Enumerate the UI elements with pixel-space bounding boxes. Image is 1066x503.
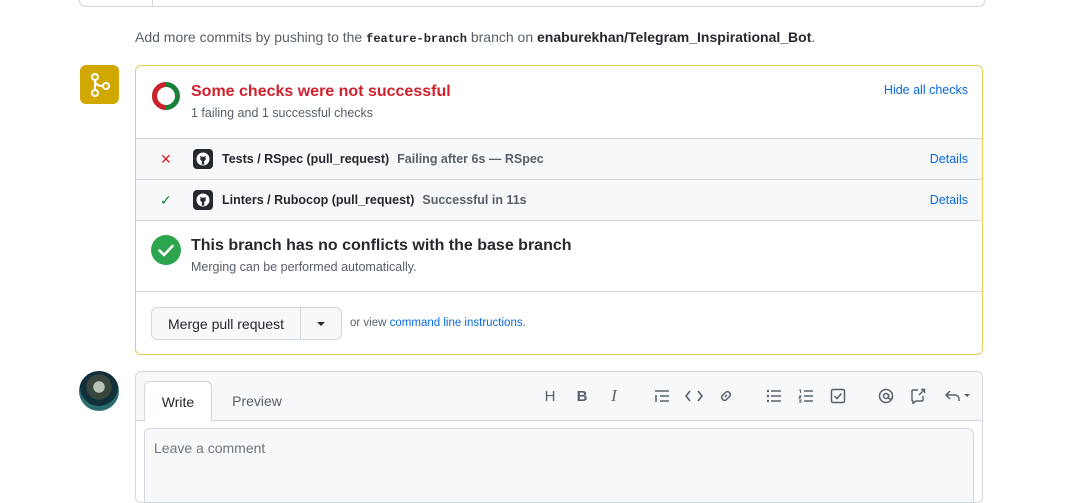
checks-status-title: Some checks were not successful [191,83,451,100]
mention-icon[interactable] [874,384,898,408]
x-icon: ✕ [160,151,172,167]
previous-panel-edge [79,0,985,7]
hint-middle: branch on [470,29,534,45]
checks-status-ring-icon [152,82,180,110]
code-icon[interactable] [682,384,706,408]
check-details-link[interactable]: Details [930,152,968,166]
reply-icon[interactable] [942,384,974,408]
merge-button-group: Merge pull request [151,307,342,340]
bold-icon[interactable]: B [570,384,594,408]
repo-name: enaburekhan/Telegram_Inspirational_Bot [537,29,812,45]
divider [152,0,153,6]
check-details-link[interactable]: Details [930,193,968,207]
checks-summary: Some checks were not successful 1 failin… [136,66,982,139]
cross-reference-icon[interactable] [906,384,930,408]
avatar[interactable] [79,371,119,411]
merge-note-suffix: . [522,317,526,329]
merge-pull-request-button[interactable]: Merge pull request [152,308,301,339]
link-icon[interactable] [714,384,738,408]
github-icon [193,190,213,210]
check-row-tests: ✕ Tests / RSpec (pull_request) Failing af… [136,139,982,180]
command-line-instructions-link[interactable]: command line instructions [390,317,523,329]
hint-suffix: . [811,29,816,45]
conflict-subtitle: Merging can be performed automatically. [191,260,417,274]
check-icon: ✓ [160,192,172,208]
ordered-list-icon[interactable] [794,384,818,408]
caret-down-icon [317,321,325,326]
git-merge-icon [80,65,119,104]
merge-note-prefix: or view [350,317,387,329]
hint-prefix: Add more commits by pushing to the [135,29,363,45]
comment-tabbar: Write Preview H B I [136,372,982,422]
check-circle-icon [151,235,181,265]
conflict-status: This branch has no conflicts with the ba… [136,220,982,292]
merge-method-dropdown[interactable] [301,308,341,339]
heading-icon[interactable]: H [538,384,562,408]
task-list-icon[interactable] [826,384,850,408]
comment-textarea[interactable]: Leave a comment [144,428,974,502]
github-icon [193,149,213,169]
push-hint: Add more commits by pushing to the featu… [135,29,815,46]
comment-box: Write Preview H B I Leave a comment [135,371,983,503]
tab-preview[interactable]: Preview [218,381,296,420]
branch-name: feature-branch [366,32,467,46]
comment-placeholder: Leave a comment [154,440,266,456]
merge-area: Merge pull request or view command line … [136,292,982,354]
check-row-linters: ✓ Linters / Rubocop (pull_request) Succes… [136,180,982,221]
quote-icon[interactable] [650,384,674,408]
unordered-list-icon[interactable] [762,384,786,408]
merge-note: or view command line instructions. [350,317,526,329]
check-description: Failing after 6s — RSpec [397,152,544,166]
tab-write[interactable]: Write [144,381,212,422]
merge-status-panel: Some checks were not successful 1 failin… [135,65,983,355]
check-name: Tests / RSpec (pull_request) Failing afte… [222,152,544,166]
conflict-title: This branch has no conflicts with the ba… [191,237,572,254]
hide-all-checks-link[interactable]: Hide all checks [884,83,968,97]
checks-status-subtitle: 1 failing and 1 successful checks [191,106,374,120]
italic-icon[interactable]: I [602,384,626,408]
check-description: Successful in 11s [422,193,527,207]
check-name: Linters / Rubocop (pull_request) Successf… [222,193,527,207]
